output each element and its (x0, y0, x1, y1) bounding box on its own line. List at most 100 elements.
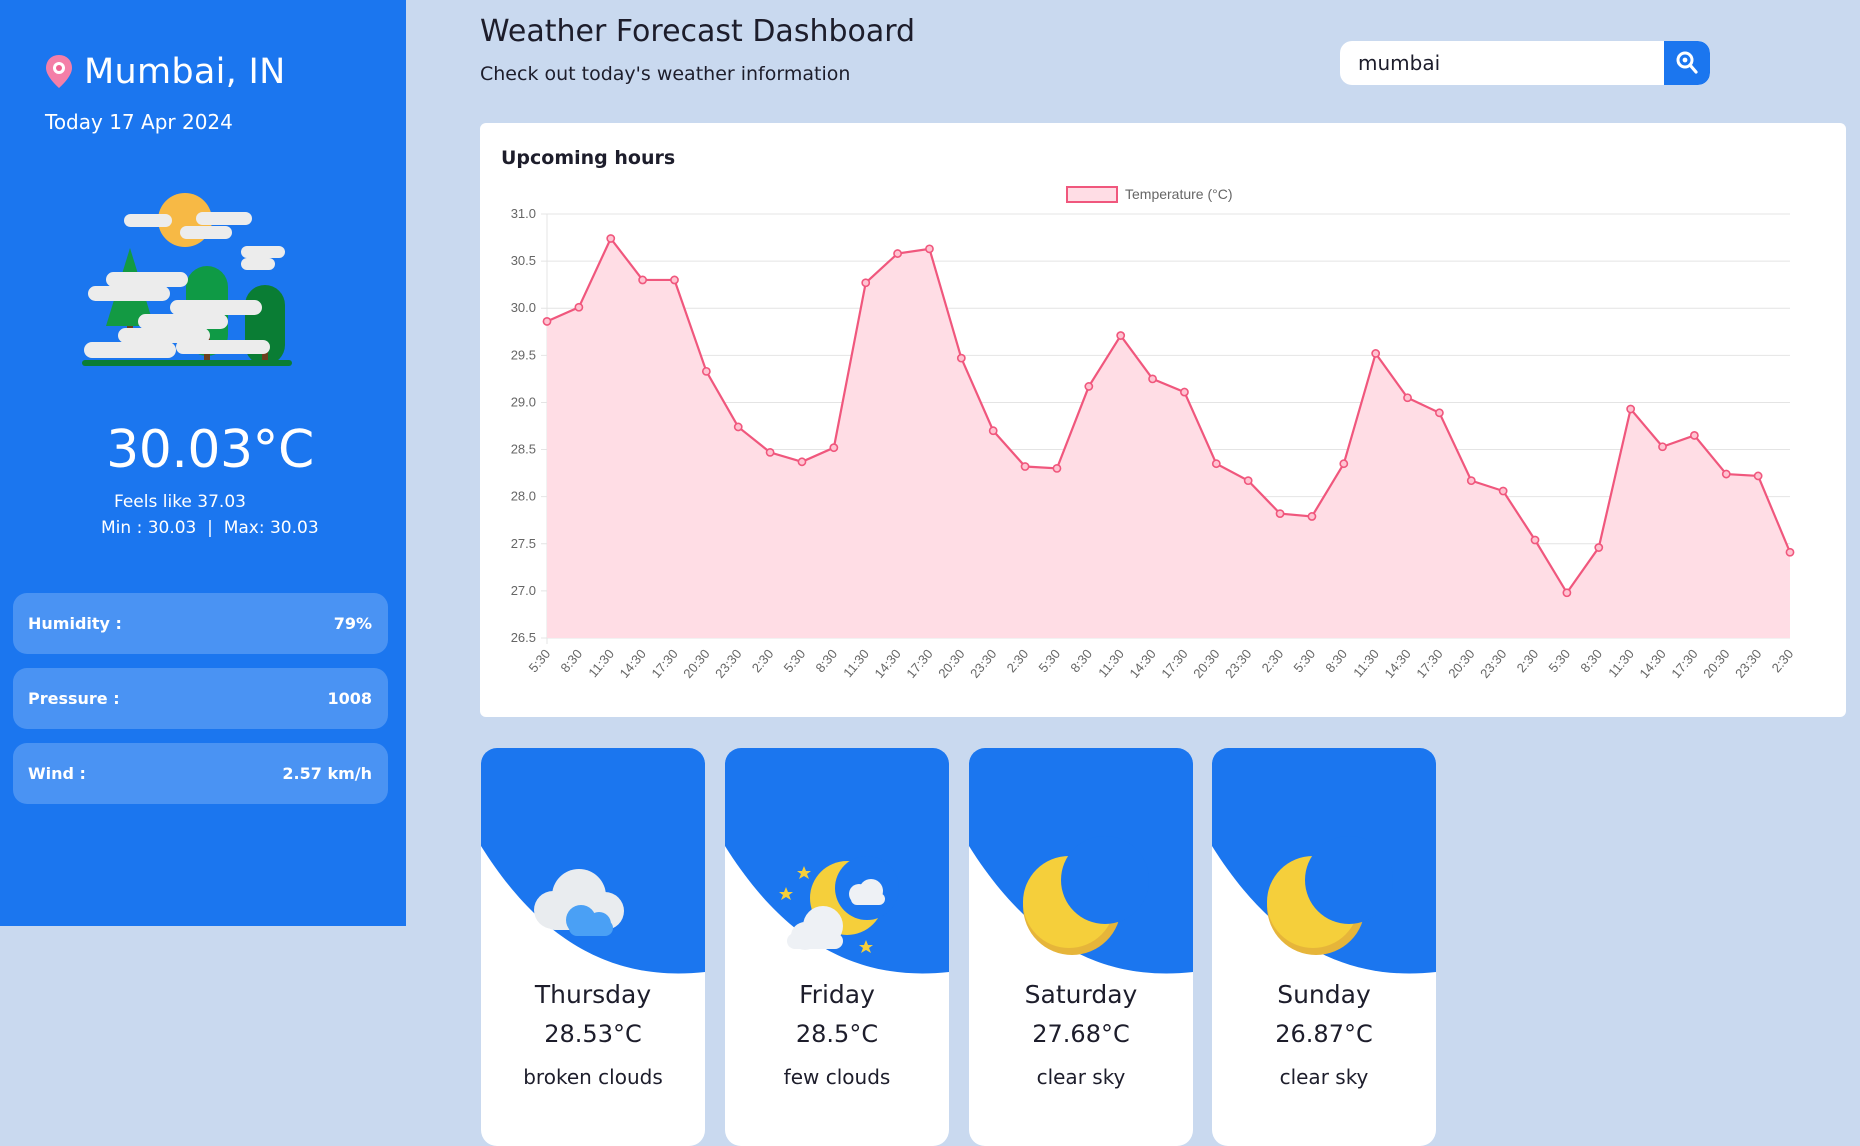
current-temperature: 30.03°C (106, 420, 314, 480)
data-point (1530, 535, 1540, 545)
forecast-card-thursday[interactable]: Thursday 28.53°C broken clouds (481, 748, 705, 1146)
forecast-card-sunday[interactable]: Sunday 26.87°C clear sky (1212, 748, 1436, 1146)
x-tick-label: 11:30 (1095, 646, 1127, 680)
y-tick-label: 28.5 (511, 442, 536, 457)
wind-stat: Wind : 2.57 km/h (13, 743, 388, 804)
data-point (1371, 349, 1381, 358)
x-tick-label: 14:30 (617, 646, 649, 681)
moon-icon (1267, 836, 1393, 955)
data-point (670, 275, 679, 285)
x-tick-label: 17:30 (1158, 646, 1190, 681)
data-point (1785, 547, 1795, 557)
forecast-day: Saturday (1024, 980, 1138, 1009)
data-point (1626, 404, 1636, 414)
data-point (1180, 387, 1189, 397)
y-tick-label: 27.0 (511, 583, 536, 598)
x-tick-label: 8:30 (1322, 646, 1350, 675)
data-point (638, 275, 648, 285)
pressure-stat: Pressure : 1008 (13, 668, 388, 729)
sun-trees-clouds-icon (82, 193, 292, 366)
x-tick-label: 23:30 (1222, 646, 1254, 681)
forecast-card-saturday[interactable]: Saturday 27.68°C clear sky (969, 748, 1193, 1146)
x-tick-label: 14:30 (1381, 646, 1413, 681)
forecast-day: Thursday (534, 980, 652, 1009)
city-name: Mumbai, IN (84, 52, 286, 92)
x-tick-label: 8:30 (557, 646, 585, 675)
x-tick-label: 5:30 (1545, 646, 1573, 675)
x-tick-label: 20:30 (1445, 646, 1477, 681)
x-tick-label: 8:30 (1577, 646, 1605, 675)
search-button[interactable] (1664, 41, 1710, 85)
search-input[interactable] (1340, 41, 1664, 85)
current-date: Today 17 Apr 2024 (45, 110, 233, 134)
y-tick-label: 29.0 (511, 394, 536, 409)
data-point (1339, 459, 1349, 469)
data-point (1466, 476, 1476, 486)
forecast-description: clear sky (1279, 1065, 1369, 1089)
humidity-label: Humidity : (28, 614, 122, 633)
x-tick-label: 5:30 (781, 646, 809, 675)
data-point (829, 443, 839, 453)
x-tick-label: 2:30 (749, 646, 777, 675)
x-tick-label: 20:30 (680, 646, 712, 681)
forecast-temperature: 26.87°C (1275, 1020, 1373, 1048)
y-tick-label: 28.0 (511, 489, 536, 504)
data-point (1307, 512, 1317, 521)
x-tick-label: 5:30 (1035, 646, 1063, 675)
data-point (1148, 374, 1157, 384)
forecast-temperature: 28.5°C (795, 1020, 879, 1048)
data-point (1689, 431, 1699, 440)
y-tick-label: 27.5 (511, 536, 536, 551)
x-tick-label: 5:30 (526, 646, 554, 675)
x-tick-label: 11:30 (1605, 646, 1637, 680)
forecast-description: few clouds (783, 1065, 891, 1089)
humidity-value: 79% (333, 614, 372, 633)
data-point (1116, 331, 1126, 340)
x-tick-label: 17:30 (903, 646, 935, 681)
forecast-day: Sunday (1277, 980, 1371, 1009)
x-tick-label: 11:30 (840, 646, 872, 680)
x-tick-label: 2:30 (1004, 646, 1032, 675)
data-point (893, 249, 902, 258)
x-tick-label: 14:30 (1126, 646, 1158, 681)
x-tick-label: 2:30 (1514, 646, 1542, 675)
x-tick-label: 8:30 (1067, 646, 1095, 675)
data-point (701, 366, 711, 376)
hourly-chart-card: Upcoming hours 31.0 30.5 30.0 29.5 29.0 28.5 2… (480, 123, 1846, 717)
x-tick-label: 17:30 (1668, 646, 1700, 681)
x-tick-label: 11:30 (1350, 646, 1382, 680)
forecast-temperature: 27.68°C (1032, 1020, 1130, 1048)
data-point (1435, 408, 1444, 418)
wind-value: 2.57 km/h (282, 764, 372, 783)
moon-cloud-icon (779, 856, 899, 953)
page-subtitle: Check out today's weather information (480, 63, 851, 85)
data-point (1498, 486, 1508, 496)
x-tick-label: 11:30 (585, 646, 617, 680)
sidebar: Mumbai, IN Today 17 Apr 2024 30.03°C Fee… (0, 0, 406, 926)
x-tick-label: 2:30 (1769, 646, 1797, 675)
data-point (1211, 459, 1221, 469)
x-tick-label: 20:30 (935, 646, 967, 681)
forecast-card-friday[interactable]: Friday 28.5°C few clouds (725, 748, 949, 1146)
feels-like: Feels like 37.03 (114, 492, 246, 512)
data-point (1020, 462, 1030, 471)
temperature-area (547, 238, 1790, 638)
y-tick-label: 31.0 (511, 206, 536, 221)
search-icon (1676, 51, 1698, 74)
x-tick-label: 23:30 (712, 646, 744, 681)
search-bar (1340, 41, 1710, 85)
x-tick-label: 2:30 (1259, 646, 1287, 675)
page-title: Weather Forecast Dashboard (480, 14, 916, 49)
legend-swatch (1066, 186, 1118, 203)
data-point (1084, 382, 1094, 391)
location-pin-icon (46, 55, 72, 88)
cloud-icon (534, 869, 624, 936)
x-tick-label: 14:30 (871, 646, 903, 681)
data-point (542, 317, 552, 326)
y-tick-label: 29.5 (511, 347, 536, 362)
x-tick-label: 17:30 (1413, 646, 1445, 681)
data-point (1594, 543, 1604, 552)
data-point (733, 422, 743, 432)
y-tick-label: 30.5 (511, 253, 536, 268)
x-tick-label: 20:30 (1700, 646, 1732, 681)
